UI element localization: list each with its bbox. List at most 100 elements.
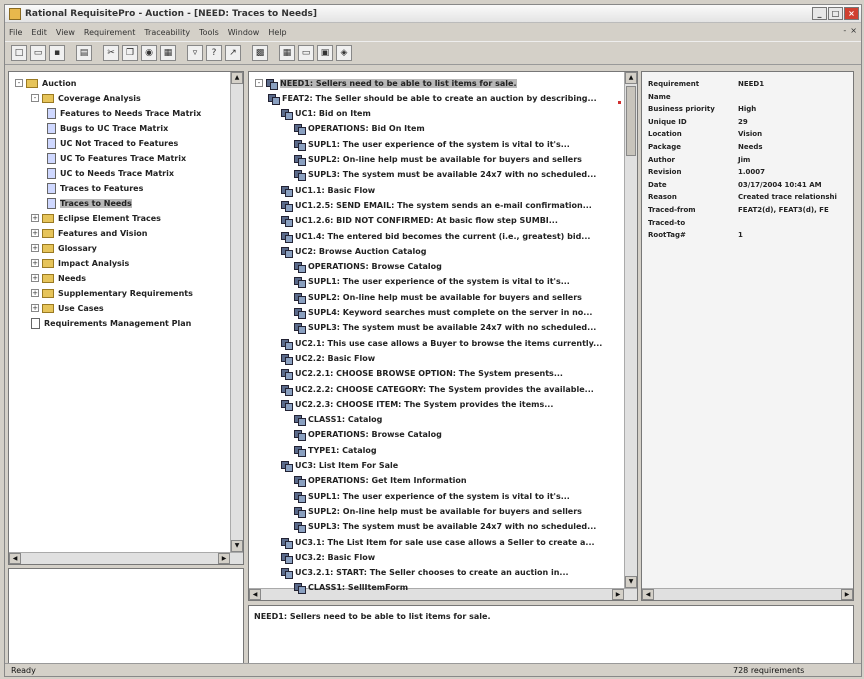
cut-icon[interactable]: ✂	[103, 45, 119, 61]
scroll-left-icon[interactable]: ◀	[249, 589, 261, 600]
collapse-icon[interactable]: -	[31, 94, 39, 102]
requirement-row[interactable]: SUPL3: The system must be available 24x7…	[294, 321, 596, 335]
requirement-row[interactable]: SUPL3: The system must be available 24x7…	[294, 520, 596, 534]
expand-icon[interactable]: +	[31, 304, 39, 312]
requirement-row[interactable]: UC2.1: This use case allows a Buyer to b…	[281, 336, 602, 350]
requirement-row[interactable]: UC2: Browse Auction Catalog	[281, 244, 426, 258]
scroll-right-icon[interactable]: ▶	[841, 589, 853, 600]
minimize-button[interactable]: _	[812, 7, 827, 20]
menu-traceability[interactable]: Traceability	[144, 28, 190, 37]
collapse-icon[interactable]: -	[15, 79, 23, 87]
requirement-row[interactable]: UC3.1: The List Item for sale use case a…	[281, 535, 595, 549]
maximize-button[interactable]: □	[828, 7, 843, 20]
requirement-row[interactable]: SUPL1: The user experience of the system…	[294, 489, 570, 503]
requirement-row[interactable]: SUPL4: Keyword searches must complete on…	[294, 306, 592, 320]
explorer-item[interactable]: UC Not Traced to Features	[47, 136, 178, 150]
requirement-row[interactable]: SUPL2: On-line help must be available fo…	[294, 290, 582, 304]
menu-help[interactable]: Help	[268, 28, 286, 37]
matrix-icon[interactable]: ▩	[252, 45, 268, 61]
requirement-row[interactable]: UC2.2.2: CHOOSE CATEGORY: The System pro…	[281, 382, 594, 396]
document-icon[interactable]: ▭	[298, 45, 314, 61]
requirement-row[interactable]: OPERATIONS: Bid On Item	[294, 122, 425, 136]
explorer-item[interactable]: Bugs to UC Trace Matrix	[47, 121, 168, 135]
menu-tools[interactable]: Tools	[199, 28, 219, 37]
explorer-item[interactable]: - Auction	[15, 76, 76, 90]
requirement-row[interactable]: UC3: List Item For Sale	[281, 459, 398, 473]
menu-requirement[interactable]: Requirement	[84, 28, 135, 37]
explorer-scrollbar[interactable]: ▲ ▼	[230, 72, 243, 564]
mdi-close-button[interactable]: ×	[850, 26, 857, 35]
property-row[interactable]: Business priority High	[648, 105, 756, 113]
expand-icon[interactable]: +	[31, 259, 39, 267]
menu-edit[interactable]: Edit	[31, 28, 47, 37]
property-row[interactable]: Revision 1.0007	[648, 168, 765, 176]
requirement-row[interactable]: SUPL2: On-line help must be available fo…	[294, 153, 582, 167]
property-row[interactable]: Requirement NEED1	[648, 80, 764, 88]
scroll-up-icon[interactable]: ▲	[231, 72, 243, 84]
explorer-item[interactable]: + Features and Vision	[31, 226, 148, 240]
requirement-row[interactable]: TYPE1: Catalog	[294, 443, 377, 457]
explorer-item[interactable]: - Coverage Analysis	[31, 91, 141, 105]
query-icon[interactable]: ?	[206, 45, 222, 61]
explorer-item[interactable]: Traces to Features	[47, 181, 143, 195]
explorer-item[interactable]: Traces to Needs	[47, 196, 132, 210]
menu-window[interactable]: Window	[228, 28, 260, 37]
explorer-item[interactable]: Features to Needs Trace Matrix	[47, 106, 201, 120]
find-icon[interactable]: ◉	[141, 45, 157, 61]
requirement-row[interactable]: UC2.2.1: CHOOSE BROWSE OPTION: The Syste…	[281, 367, 563, 381]
scroll-left-icon[interactable]: ◀	[9, 553, 21, 564]
property-row[interactable]: Author Jim	[648, 156, 750, 164]
property-row[interactable]: Date 03/17/2004 10:41 AM	[648, 181, 822, 189]
expand-icon[interactable]: +	[31, 229, 39, 237]
requirement-row[interactable]: SUPL1: The user experience of the system…	[294, 275, 570, 289]
tree-scrollbar[interactable]: ▲ ▼	[624, 72, 637, 600]
property-row[interactable]: Unique ID 29	[648, 118, 748, 126]
menu-file[interactable]: File	[9, 28, 22, 37]
properties-icon[interactable]: ▦	[160, 45, 176, 61]
requirement-row[interactable]: UC1.1: Basic Flow	[281, 183, 375, 197]
explorer-item[interactable]: Requirements Management Plan	[31, 316, 191, 330]
print-icon[interactable]: ▤	[76, 45, 92, 61]
copy-icon[interactable]: ❐	[122, 45, 138, 61]
property-row[interactable]: Name	[648, 93, 738, 101]
expand-icon[interactable]: +	[31, 274, 39, 282]
scroll-right-icon[interactable]: ▶	[612, 589, 624, 600]
requirement-row[interactable]: UC2.2.3: CHOOSE ITEM: The System provide…	[281, 397, 553, 411]
requirement-row[interactable]: SUPL2: On-line help must be available fo…	[294, 504, 582, 518]
close-button[interactable]: ×	[844, 7, 859, 20]
explorer-item[interactable]: UC To Features Trace Matrix	[47, 151, 186, 165]
collapse-icon[interactable]: -	[255, 79, 263, 87]
requirement-row[interactable]: OPERATIONS: Get Item Information	[294, 474, 467, 488]
requirement-row[interactable]: FEAT2: The Seller should be able to crea…	[268, 91, 597, 105]
scroll-down-icon[interactable]: ▼	[625, 576, 637, 588]
scroll-right-icon[interactable]: ▶	[218, 553, 230, 564]
requirement-row[interactable]: UC1: Bid on Item	[281, 107, 371, 121]
new-icon[interactable]: □	[11, 45, 27, 61]
property-row[interactable]: Location Vision	[648, 130, 762, 138]
property-row[interactable]: Traced-to	[648, 219, 738, 227]
requirement-row[interactable]: UC1.2.6: BID NOT CONFIRMED: At basic flo…	[281, 214, 558, 228]
expand-icon[interactable]: +	[31, 214, 39, 222]
property-row[interactable]: RootTag# 1	[648, 231, 743, 239]
requirement-row[interactable]: - NEED1: Sellers need to be able to list …	[255, 76, 517, 90]
save-icon[interactable]: ▪	[49, 45, 65, 61]
explorer-item[interactable]: UC to Needs Trace Matrix	[47, 166, 174, 180]
requirement-row[interactable]: UC1.4: The entered bid becomes the curre…	[281, 229, 590, 243]
requirement-row[interactable]: UC3.2: Basic Flow	[281, 550, 375, 564]
explorer-item[interactable]: + Impact Analysis	[31, 256, 129, 270]
property-row[interactable]: Traced-from FEAT2(d), FEAT3(d), FE	[648, 206, 829, 214]
scroll-down-icon[interactable]: ▼	[231, 540, 243, 552]
scroll-left-icon[interactable]: ◀	[642, 589, 654, 600]
requirement-row[interactable]: UC1.2.5: SEND EMAIL: The system sends an…	[281, 198, 592, 212]
requirement-row[interactable]: SUPL3: The system must be available 24x7…	[294, 168, 596, 182]
menu-view[interactable]: View	[56, 28, 75, 37]
property-row[interactable]: Reason Created trace relationshi	[648, 193, 837, 201]
filter-icon[interactable]: ▿	[187, 45, 203, 61]
requirement-row[interactable]: SUPL1: The user experience of the system…	[294, 137, 570, 151]
grid-icon[interactable]: ▦	[279, 45, 295, 61]
explorer-item[interactable]: + Needs	[31, 271, 86, 285]
explorer-item[interactable]: + Eclipse Element Traces	[31, 211, 161, 225]
expand-icon[interactable]: +	[31, 244, 39, 252]
explorer-item[interactable]: + Use Cases	[31, 301, 104, 315]
requirement-row[interactable]: UC3.2.1: START: The Seller chooses to cr…	[281, 566, 569, 580]
